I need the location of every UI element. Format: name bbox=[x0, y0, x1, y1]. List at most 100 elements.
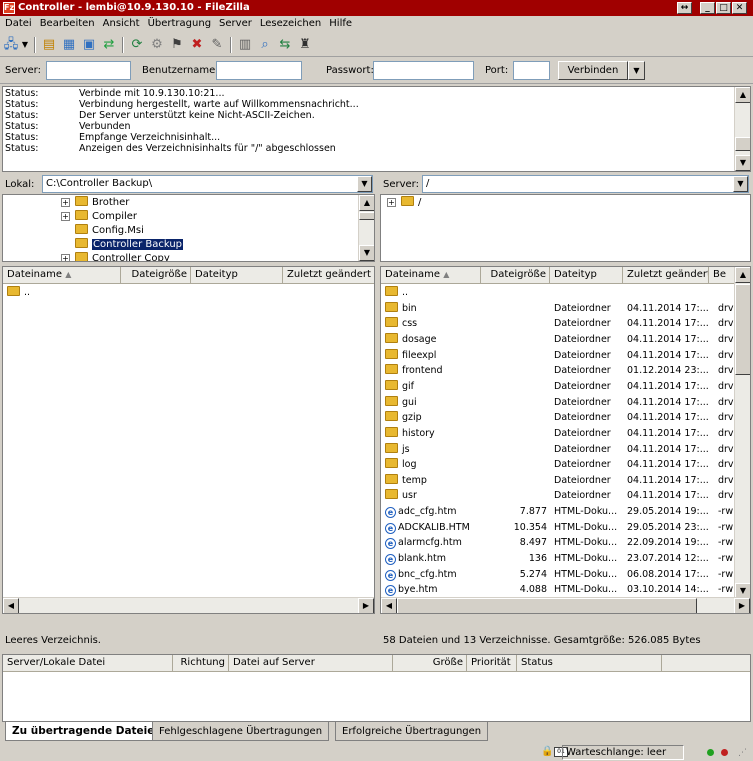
scroll-left-icon[interactable]: ◀ bbox=[3, 598, 19, 613]
table-row[interactable]: temp Dateiordner 04.11.2014 17:... drv bbox=[381, 473, 736, 489]
reconnect-icon[interactable]: ✎ bbox=[208, 36, 226, 54]
table-row[interactable]: gui Dateiordner 04.11.2014 17:... drv bbox=[381, 395, 736, 411]
port-input[interactable] bbox=[513, 61, 550, 80]
resize-icon[interactable]: ↔ bbox=[677, 2, 692, 14]
directory-tree-toggle-icon[interactable]: ▦ bbox=[60, 36, 78, 54]
minimize-button[interactable]: _ bbox=[700, 2, 715, 14]
scroll-up-icon[interactable]: ▲ bbox=[359, 195, 374, 211]
table-row[interactable]: e bye.htm 4.088 HTML-Doku... 03.10.2014 14:.… bbox=[381, 582, 736, 598]
queue-column-local-file[interactable]: Server/Lokale Datei bbox=[3, 655, 173, 672]
column-permissions[interactable]: Be bbox=[709, 267, 737, 284]
refresh-icon[interactable]: ⟳ bbox=[128, 36, 146, 54]
resize-grip-icon[interactable]: ⋰ bbox=[738, 748, 747, 758]
table-row[interactable]: css Dateiordner 04.11.2014 17:... drv bbox=[381, 316, 736, 332]
scroll-up-icon[interactable]: ▲ bbox=[735, 267, 750, 283]
connect-history-dropdown[interactable]: ▼ bbox=[628, 61, 645, 80]
expand-icon[interactable]: + bbox=[61, 212, 70, 221]
table-row[interactable]: e ADCKALIB.HTM 10.354 HTML-Doku... 29.05.201… bbox=[381, 520, 736, 536]
dropdown-arrow-icon[interactable]: ▼ bbox=[20, 36, 30, 54]
table-row[interactable]: log Dateiordner 04.11.2014 17:... drv bbox=[381, 457, 736, 473]
chevron-down-icon[interactable]: ▼ bbox=[357, 176, 372, 192]
scroll-right-icon[interactable]: ▶ bbox=[734, 598, 750, 613]
scroll-thumb[interactable] bbox=[397, 598, 697, 613]
disconnect-icon[interactable]: ✖ bbox=[188, 36, 206, 54]
table-row[interactable]: .. bbox=[381, 285, 736, 301]
queue-column-size[interactable]: Größe bbox=[393, 655, 467, 672]
table-row[interactable]: gzip Dateiordner 04.11.2014 17:... drv bbox=[381, 410, 736, 426]
table-row[interactable]: fileexpl Dateiordner 04.11.2014 17:... drv bbox=[381, 348, 736, 364]
menu-datei[interactable]: Datei bbox=[2, 16, 35, 32]
scroll-down-icon[interactable]: ▼ bbox=[735, 155, 750, 171]
process-queue-icon[interactable]: ⚙ bbox=[148, 36, 166, 54]
scroll-up-icon[interactable]: ▲ bbox=[735, 87, 750, 103]
local-hscrollbar[interactable]: ◀ ▶ bbox=[3, 597, 374, 613]
list-item[interactable]: .. bbox=[7, 285, 307, 301]
menu-bearbeiten[interactable]: Bearbeiten bbox=[37, 16, 98, 32]
table-row[interactable]: gif Dateiordner 04.11.2014 17:... drv bbox=[381, 379, 736, 395]
queue-column-priority[interactable]: Priorität bbox=[467, 655, 517, 672]
table-row[interactable]: e bnc_cfg.htm 5.274 HTML-Doku... 06.08.2014 … bbox=[381, 567, 736, 583]
queue-column-status[interactable]: Status bbox=[517, 655, 662, 672]
table-row[interactable]: dosage Dateiordner 04.11.2014 17:... drv bbox=[381, 332, 736, 348]
column-modified[interactable]: Zuletzt geändert bbox=[623, 267, 709, 284]
queue-toggle-icon[interactable]: ⇄ bbox=[100, 36, 118, 54]
local-path-combo[interactable]: C:\Controller Backup\ ▼ bbox=[42, 175, 373, 193]
menu-uebertragung[interactable]: Übertragung bbox=[145, 16, 214, 32]
chevron-down-icon[interactable]: ▼ bbox=[733, 176, 748, 192]
table-row[interactable]: e adc_cfg.htm 7.877 HTML-Doku... 29.05.2014 … bbox=[381, 504, 736, 520]
column-filename[interactable]: Dateiname ▲ bbox=[381, 267, 481, 284]
server-input[interactable] bbox=[46, 61, 131, 80]
menu-server[interactable]: Server bbox=[216, 16, 255, 32]
expand-icon[interactable]: + bbox=[61, 254, 70, 261]
tree-item-controller-backup[interactable]: Controller Backup bbox=[75, 237, 184, 252]
connect-button[interactable]: Verbinden bbox=[558, 61, 628, 80]
table-row[interactable]: history Dateiordner 04.11.2014 17:... drv bbox=[381, 426, 736, 442]
tab-successful-transfers[interactable]: Erfolgreiche Übertragungen bbox=[335, 722, 489, 741]
table-row[interactable]: frontend Dateiordner 01.12.2014 23:... drv bbox=[381, 363, 736, 379]
expand-icon[interactable]: + bbox=[387, 198, 396, 207]
table-row[interactable]: usr Dateiordner 04.11.2014 17:... drv bbox=[381, 488, 736, 504]
tab-queued-files[interactable]: Zu übertragende Dateien bbox=[5, 722, 169, 741]
remote-hscrollbar[interactable]: ◀ ▶ bbox=[381, 597, 750, 613]
password-input[interactable] bbox=[373, 61, 474, 80]
scroll-thumb[interactable] bbox=[359, 212, 374, 220]
tree-scrollbar[interactable]: ▲ ▼ bbox=[358, 195, 374, 261]
queue-column-remote-file[interactable]: Datei auf Server bbox=[229, 655, 393, 672]
column-filesize[interactable]: Dateigröße bbox=[481, 267, 550, 284]
menu-hilfe[interactable]: Hilfe bbox=[326, 16, 355, 32]
close-button[interactable]: ✕ bbox=[732, 2, 747, 14]
username-input[interactable] bbox=[216, 61, 302, 80]
remote-path-combo[interactable]: / ▼ bbox=[422, 175, 749, 193]
column-filetype[interactable]: Dateityp bbox=[191, 267, 283, 284]
scroll-down-icon[interactable]: ▼ bbox=[359, 245, 374, 261]
scroll-right-icon[interactable]: ▶ bbox=[358, 598, 374, 613]
cancel-icon[interactable]: ⚑ bbox=[168, 36, 186, 54]
maximize-button[interactable]: □ bbox=[716, 2, 731, 14]
site-manager-icon[interactable]: 🖧 bbox=[2, 36, 20, 54]
queue-column-direction[interactable]: Richtung bbox=[173, 655, 229, 672]
remote-tree-toggle-icon[interactable]: ▣ bbox=[80, 36, 98, 54]
table-row[interactable]: e blank.htm 136 HTML-Doku... 23.07.2014 12:.… bbox=[381, 551, 736, 567]
menu-lesezeichen[interactable]: Lesezeichen bbox=[257, 16, 324, 32]
scroll-left-icon[interactable]: ◀ bbox=[381, 598, 397, 613]
column-modified[interactable]: Zuletzt geändert bbox=[283, 267, 374, 284]
expand-icon[interactable]: + bbox=[61, 198, 70, 207]
scroll-thumb[interactable] bbox=[735, 284, 750, 375]
table-row[interactable]: e alarmcfg.htm 8.497 HTML-Doku... 22.09.2014… bbox=[381, 535, 736, 551]
search-icon[interactable]: ♜ bbox=[296, 36, 314, 54]
column-filename[interactable]: Dateiname ▲ bbox=[3, 267, 121, 284]
filter-icon[interactable]: ▥ bbox=[236, 36, 254, 54]
remote-vscrollbar[interactable]: ▲ ▼ bbox=[734, 267, 750, 599]
tree-item-config-msi[interactable]: Config.Msi bbox=[75, 223, 144, 238]
compare-icon[interactable]: ⌕ bbox=[256, 36, 274, 54]
log-scrollbar[interactable]: ▲ ▼ bbox=[734, 87, 750, 171]
tab-failed-transfers[interactable]: Fehlgeschlagene Übertragungen bbox=[152, 722, 330, 741]
message-log-toggle-icon[interactable]: ▤ bbox=[40, 36, 58, 54]
table-row[interactable]: bin Dateiordner 04.11.2014 17:... drv bbox=[381, 301, 736, 317]
table-row[interactable]: js Dateiordner 04.11.2014 17:... drv bbox=[381, 442, 736, 458]
sync-browse-icon[interactable]: ⇆ bbox=[276, 36, 294, 54]
column-filetype[interactable]: Dateityp bbox=[550, 267, 623, 284]
scroll-thumb[interactable] bbox=[735, 137, 750, 151]
menu-ansicht[interactable]: Ansicht bbox=[100, 16, 143, 32]
column-filesize[interactable]: Dateigröße bbox=[121, 267, 191, 284]
